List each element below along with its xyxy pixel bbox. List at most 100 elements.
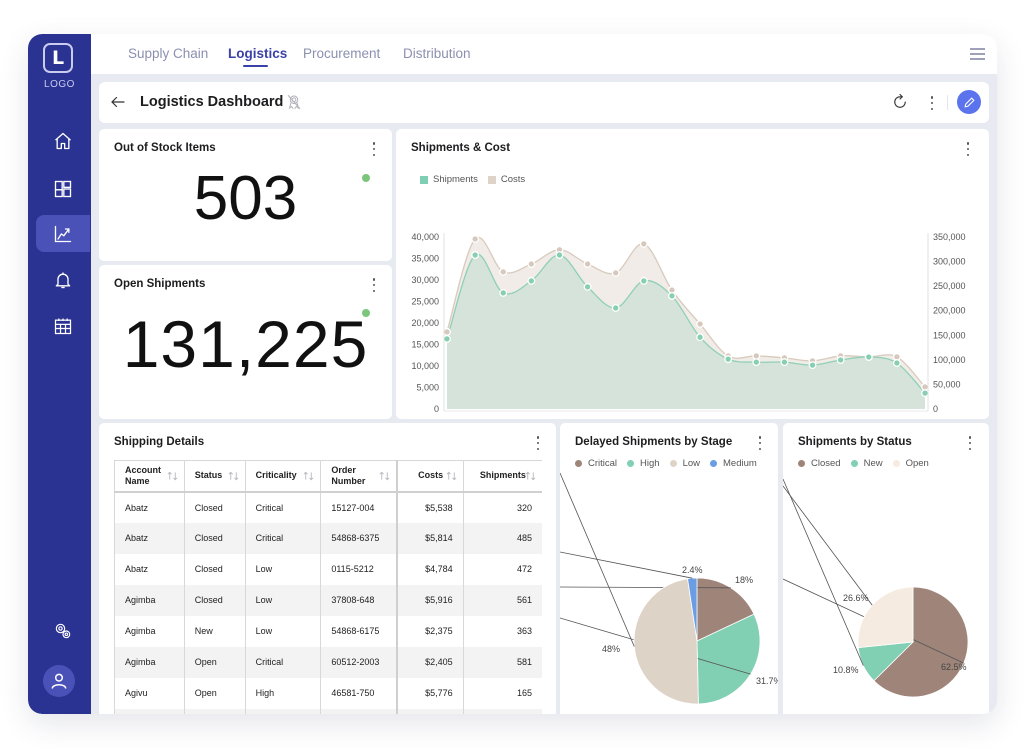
logo[interactable]: L [43,43,73,73]
costs-point[interactable] [583,260,592,268]
sidebar-item-analytics[interactable] [36,215,90,252]
shipments-point[interactable] [752,358,761,367]
shipments-point[interactable] [780,358,789,367]
table-cell: Low [244,584,321,616]
table-row[interactable]: Agimba Closed Low 37808-648 $5,916 561 [114,584,542,616]
menu-icon[interactable] [970,48,985,60]
shipments-point[interactable] [527,276,536,285]
table-cell: Abatz [114,553,185,585]
shipments-point[interactable] [555,251,564,260]
certified-badge-off-icon[interactable] [285,93,303,111]
kpi-card-out-of-stock: Out of Stock Items 503 [99,129,392,261]
costs-point[interactable] [527,260,536,268]
status-indicator-dot [362,309,370,317]
pencil-icon [963,96,975,108]
sort-icon[interactable] [303,470,314,482]
edit-button[interactable] [957,90,981,114]
table-cell: $5,916 [396,584,464,616]
bell-icon [55,272,71,288]
dashboard-header: Logistics Dashboard [99,82,989,123]
shipments-point[interactable] [499,288,508,297]
sidebar-item-home[interactable] [36,122,90,159]
shipments-point[interactable] [836,356,845,364]
shipments-point[interactable] [724,355,733,364]
column-header[interactable]: Criticality [244,460,321,493]
shipments-cost-card: Shipments & Cost Shipments Costs 0 5,000 1… [396,129,989,419]
pie-data-label: 10.8% [833,665,859,675]
table-cell: Critical [244,646,321,678]
table-cell: 54868-6375 [320,522,398,554]
shipments-point[interactable] [696,333,705,342]
costs-point[interactable] [471,235,480,243]
kpi-card-open-shipments: Open Shipments 131,225 [99,265,392,419]
table-row[interactable]: Abatz Closed Critical 15127-004 $5,538 320 [114,491,542,523]
tab-procurement[interactable]: Procurement [303,46,380,61]
costs-point[interactable] [639,239,648,248]
table-row[interactable]: Abatz Closed Critical 54868-6375 $5,814 485 [114,522,542,554]
sort-icon[interactable] [525,470,536,482]
more-options-icon[interactable] [930,96,934,110]
dashboard-grid-icon [54,180,72,197]
pie-data-label: 2.4% [682,565,703,575]
costs-point[interactable] [499,267,508,276]
sidebar-item-dashboards[interactable] [36,170,90,207]
card-menu-icon[interactable] [372,142,376,156]
shipments-point[interactable] [892,359,901,367]
user-avatar[interactable] [43,665,75,697]
shipments-point[interactable] [808,361,817,370]
shipments-point[interactable] [471,251,480,260]
table-cell: 485 [462,522,542,554]
sort-icon[interactable] [446,470,457,482]
table-cell: Agimba [114,584,185,616]
sidebar-item-notifications[interactable] [36,261,90,298]
column-header[interactable]: Costs [396,460,464,493]
kpi-value: 503 [193,164,298,233]
sort-icon[interactable] [167,470,178,482]
refresh-icon[interactable] [891,93,909,111]
table-header-row: Account Name Status Criticality Order Numbe… [114,460,542,493]
y-right-tick-label: 300,000 [933,257,966,267]
table-row[interactable]: Agimba New Low 54868-6175 $2,375 363 [114,615,542,647]
pie-data-label: 26.6% [843,593,869,603]
costs-point[interactable] [696,320,705,328]
table-cell: Open [183,646,246,678]
sidebar-item-calendar[interactable] [36,307,90,344]
shipments-point[interactable] [443,334,451,343]
column-header[interactable]: Account Name [114,460,185,493]
table-row[interactable]: Agimba Open Critical 60512-2003 $2,405 581 [114,646,542,678]
costs-point[interactable] [611,268,620,277]
back-arrow-icon[interactable] [109,93,127,111]
y-left-tick-label: 25,000 [411,297,439,307]
sidebar-item-settings[interactable] [36,612,90,649]
sort-icon[interactable] [379,470,390,482]
tab-distribution[interactable]: Distribution [403,46,471,61]
column-header-label: Criticality [255,470,297,481]
tab-logistics[interactable]: Logistics [228,46,287,61]
table-row[interactable] [114,708,542,714]
table-cell: 46581-750 [320,677,398,709]
table-row[interactable]: Agivu Open High 46581-750 $5,776 165 [114,677,542,709]
column-header[interactable]: Shipments [462,460,542,493]
pie-data-label: 62.5% [941,662,967,672]
shipments-point[interactable] [639,276,648,285]
column-header[interactable]: Order Number [320,460,398,493]
table-cell: $2,375 [396,615,464,647]
shipments-point[interactable] [611,303,620,312]
shipments-point[interactable] [921,389,929,398]
pie-slice-low[interactable] [633,578,699,705]
card-menu-icon[interactable] [372,278,376,292]
table-cell: Critical [244,522,321,554]
shipments-point[interactable] [667,291,676,300]
table-cell [320,708,398,714]
sort-icon[interactable] [228,470,239,482]
column-header-label: Costs [418,470,444,481]
table-viewport: Account Name Status Criticality Order Numbe… [99,423,542,714]
table-row[interactable]: Abatz Closed Low 0115-5212 $4,784 472 [114,553,542,585]
table-cell: 54868-6175 [320,615,398,647]
settings-gears-icon [55,623,71,638]
shipments-point[interactable] [864,353,873,361]
tab-supply-chain[interactable]: Supply Chain [128,46,208,61]
shipments-point[interactable] [583,282,592,291]
column-header[interactable]: Status [183,460,246,493]
costs-point[interactable] [443,327,451,336]
